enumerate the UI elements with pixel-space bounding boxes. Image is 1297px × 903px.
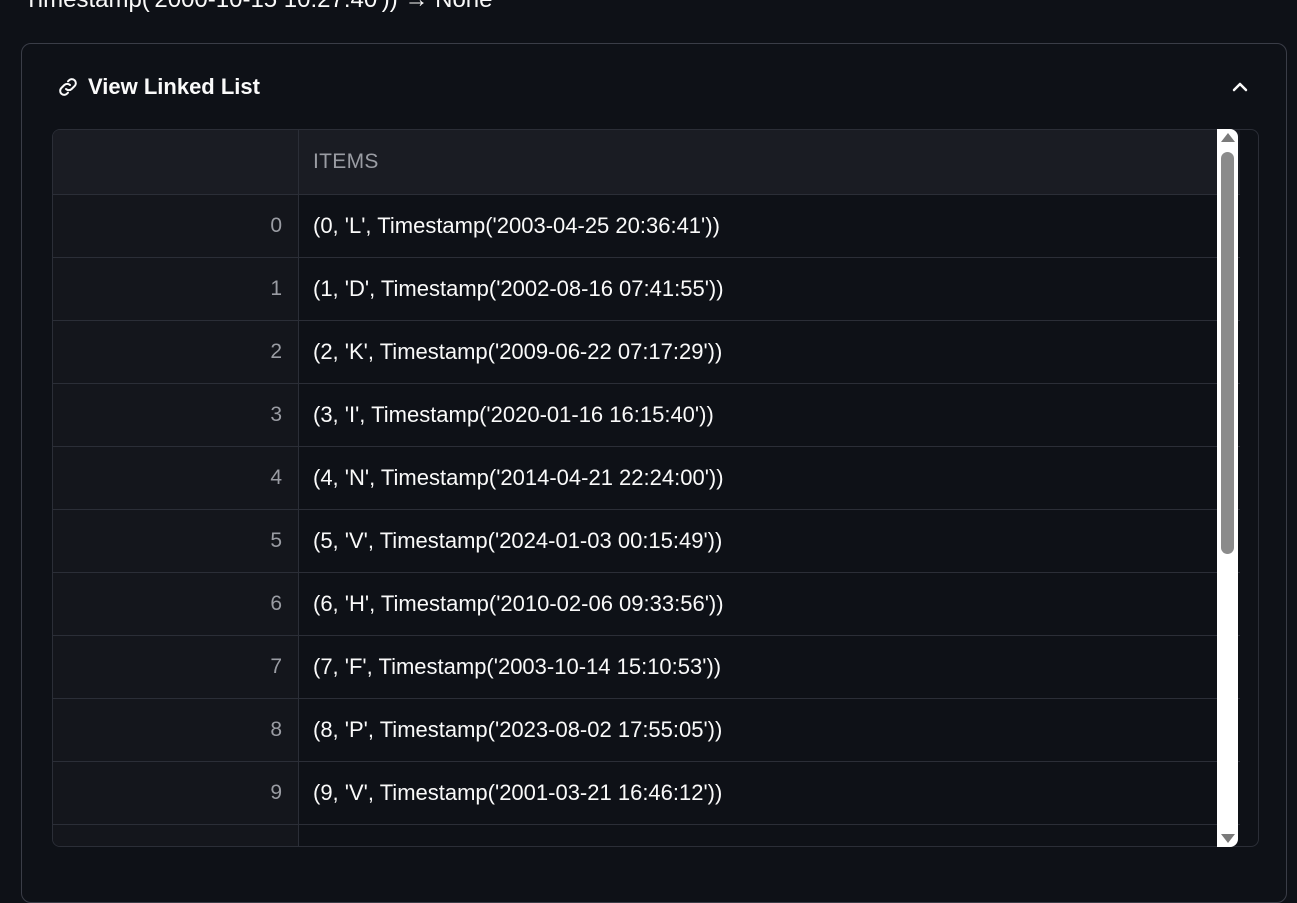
row-index: 1 <box>53 258 299 320</box>
index-column-header <box>53 130 299 194</box>
row-item[interactable]: (5, 'V', Timestamp('2024-01-03 00:15:49'… <box>299 510 1240 572</box>
row-item[interactable]: (3, 'I', Timestamp('2020-01-16 16:15:40'… <box>299 384 1240 446</box>
table-header-row: ITEMS <box>53 130 1240 195</box>
linked-list-expander: View Linked List ITEMS 0 (0, 'L', Timest… <box>21 43 1287 903</box>
expander-header[interactable]: View Linked List <box>56 70 1252 104</box>
row-index: 4 <box>53 447 299 509</box>
row-item[interactable]: (4, 'N', Timestamp('2014-04-21 22:24:00'… <box>299 447 1240 509</box>
row-index: 10 <box>53 825 299 846</box>
table-row[interactable]: 2 (2, 'K', Timestamp('2009-06-22 07:17:2… <box>53 321 1240 384</box>
row-index: 6 <box>53 573 299 635</box>
scrollbar-thumb[interactable] <box>1221 152 1234 554</box>
partial-top-text: Timestamp('2000-10-15 10:27:40')) → None <box>24 0 493 14</box>
table-row[interactable]: 10 (10, 'Y', Timestamp('2024-07-07 04:08… <box>53 825 1240 846</box>
table-row[interactable]: 9 (9, 'V', Timestamp('2001-03-21 16:46:1… <box>53 762 1240 825</box>
linked-list-table: ITEMS 0 (0, 'L', Timestamp('2003-04-25 2… <box>52 129 1259 847</box>
row-index: 9 <box>53 762 299 824</box>
table-row[interactable]: 8 (8, 'P', Timestamp('2023-08-02 17:55:0… <box>53 699 1240 762</box>
row-index: 7 <box>53 636 299 698</box>
scroll-up-arrow-icon[interactable] <box>1221 133 1235 142</box>
row-index: 3 <box>53 384 299 446</box>
row-item[interactable]: (6, 'H', Timestamp('2010-02-06 09:33:56'… <box>299 573 1240 635</box>
row-item[interactable]: (10, 'Y', Timestamp('2024-07-07 04:08:57… <box>299 825 1240 846</box>
row-item[interactable]: (0, 'L', Timestamp('2003-04-25 20:36:41'… <box>299 195 1240 257</box>
chevron-up-icon[interactable] <box>1228 75 1252 99</box>
row-item[interactable]: (2, 'K', Timestamp('2009-06-22 07:17:29'… <box>299 321 1240 383</box>
expander-title: View Linked List <box>88 74 260 99</box>
table-row[interactable]: 4 (4, 'N', Timestamp('2014-04-21 22:24:0… <box>53 447 1240 510</box>
table-row[interactable]: 0 (0, 'L', Timestamp('2003-04-25 20:36:4… <box>53 195 1240 258</box>
table-row[interactable]: 6 (6, 'H', Timestamp('2010-02-06 09:33:5… <box>53 573 1240 636</box>
link-icon <box>56 75 80 99</box>
table-row[interactable]: 7 (7, 'F', Timestamp('2003-10-14 15:10:5… <box>53 636 1240 699</box>
row-index: 0 <box>53 195 299 257</box>
row-item[interactable]: (9, 'V', Timestamp('2001-03-21 16:46:12'… <box>299 762 1240 824</box>
row-item[interactable]: (7, 'F', Timestamp('2003-10-14 15:10:53'… <box>299 636 1240 698</box>
row-index: 5 <box>53 510 299 572</box>
row-index: 8 <box>53 699 299 761</box>
row-item[interactable]: (1, 'D', Timestamp('2002-08-16 07:41:55'… <box>299 258 1240 320</box>
table-row[interactable]: 3 (3, 'I', Timestamp('2020-01-16 16:15:4… <box>53 384 1240 447</box>
scroll-down-arrow-icon[interactable] <box>1221 834 1235 843</box>
table-scrollbar[interactable] <box>1217 129 1238 847</box>
items-column-header[interactable]: ITEMS <box>299 130 1240 194</box>
table-row[interactable]: 5 (5, 'V', Timestamp('2024-01-03 00:15:4… <box>53 510 1240 573</box>
row-index: 2 <box>53 321 299 383</box>
table-row[interactable]: 1 (1, 'D', Timestamp('2002-08-16 07:41:5… <box>53 258 1240 321</box>
row-item[interactable]: (8, 'P', Timestamp('2023-08-02 17:55:05'… <box>299 699 1240 761</box>
